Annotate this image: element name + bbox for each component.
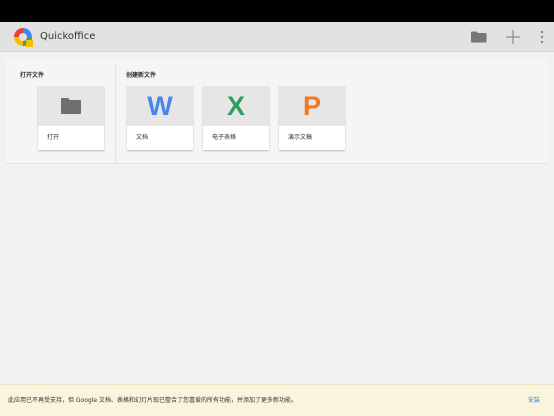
new-file-button[interactable]: [496, 22, 530, 52]
install-button[interactable]: 安装: [528, 385, 540, 416]
open-file-tile[interactable]: 打开: [38, 86, 104, 150]
new-spreadsheet-label: 电子表格: [212, 134, 237, 141]
slides-p-icon: P: [302, 90, 321, 121]
new-spreadsheet-tile[interactable]: X 电子表格: [203, 86, 269, 150]
sheet-x-icon: X: [226, 90, 245, 121]
open-file-label: 打开: [47, 134, 60, 141]
action-bar: Quickoffice: [0, 22, 554, 52]
quickoffice-logo-icon: [12, 26, 34, 48]
folder-icon: [471, 31, 487, 43]
word-w-icon: W: [147, 90, 173, 121]
file-actions-panel: 打开文件 创建新文件 打开 W 文档 X 电子表格 P 演示文稿: [6, 58, 548, 164]
app-title: Quickoffice: [40, 31, 96, 42]
deprecation-notice-bar: 此应用已不再受支持，但 Google 文档、表格和幻灯片现已整合了您喜爱的所有功…: [0, 384, 554, 416]
new-presentation-label: 演示文稿: [288, 134, 313, 141]
open-section-label: 打开文件: [20, 72, 45, 79]
new-document-tile[interactable]: W 文档: [127, 86, 193, 150]
new-presentation-tile[interactable]: P 演示文稿: [279, 86, 345, 150]
overflow-menu-button[interactable]: [530, 22, 554, 52]
section-divider: [115, 64, 116, 164]
folder-icon: [61, 98, 81, 114]
new-document-label: 文档: [136, 134, 149, 141]
status-bar: [0, 0, 554, 22]
plus-icon: [506, 30, 520, 44]
open-folder-button[interactable]: [462, 22, 496, 52]
deprecation-message: 此应用已不再受支持，但 Google 文档、表格和幻灯片现已整合了您喜爱的所有功…: [8, 397, 297, 404]
create-section-label: 创建新文件: [126, 72, 157, 79]
overflow-menu-icon: [540, 30, 544, 44]
